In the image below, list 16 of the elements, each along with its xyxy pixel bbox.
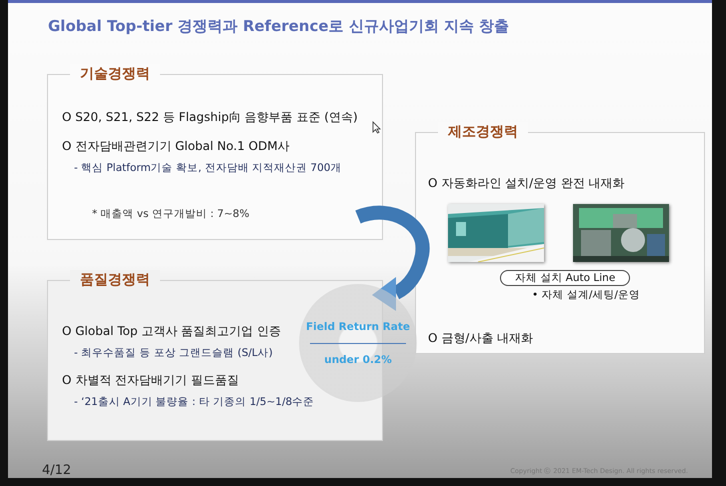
- slide-title: Global Top-tier 경쟁력과 Reference로 신규사업기회 지속 창출: [48, 17, 510, 36]
- point-text: O 차별적 전자담배기기 필드품질: [62, 372, 239, 389]
- page-number: 4/12: [42, 463, 72, 478]
- detail-text: - ‘21출시 A기기 불량율 : 타 기종의 1/5~1/8수준: [74, 395, 314, 409]
- note-text: * 매출액 vs 연구개발비 : 7~8%: [92, 207, 250, 221]
- point-text: O 금형/사출 내재화: [428, 330, 534, 347]
- caption-label: 자체 설치 Auto Line: [500, 270, 630, 286]
- callout-label: Field Return Rate: [306, 320, 410, 332]
- point-text: O 전자담배관련기기 Global No.1 ODM사: [62, 138, 290, 155]
- point-text: O Global Top 고객사 품질최고기업 인증: [62, 323, 282, 340]
- point-text: O 자동화라인 설치/운영 완전 내재화: [428, 175, 625, 192]
- point-text: O S20, S21, S22 등 Flagship向 음향부품 표준 (연속): [62, 109, 358, 126]
- detail-text: - 최우수품질 등 포상 그랜드슬램 (S/L사): [74, 346, 273, 360]
- detail-text: - 핵심 Platform기술 확보, 전자담배 지적재산권 700개: [74, 161, 342, 175]
- callout-value: under 0.2%: [324, 354, 392, 366]
- note-text: • 자체 설계/세팅/운영: [532, 288, 640, 302]
